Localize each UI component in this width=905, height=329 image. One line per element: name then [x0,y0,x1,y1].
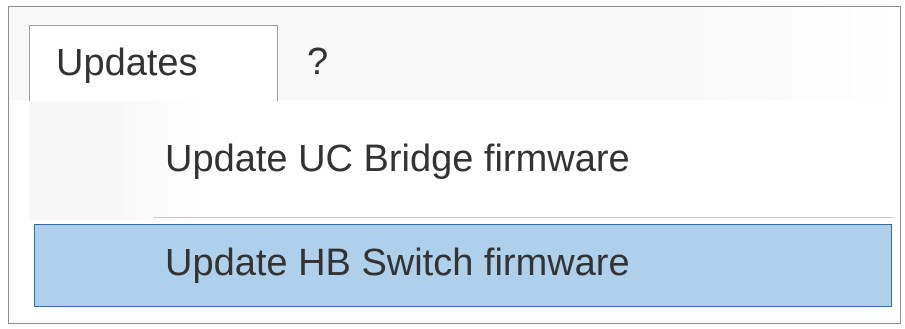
menu-item-label: Update HB Switch firmware [165,242,630,284]
menu-item-update-hb-switch-firmware[interactable]: Update HB Switch firmware [34,224,892,307]
menu-separator [153,217,894,218]
menu-item-update-uc-bridge-firmware[interactable]: Update UC Bridge firmware [29,125,893,189]
updates-dropdown-menu: Update UC Bridge firmware Update HB Swit… [9,100,900,323]
menu-help[interactable]: ? [279,25,349,99]
menu-item-label: Update UC Bridge firmware [165,138,630,180]
application-window: Updates ? Update UC Bridge firmware Upda… [8,6,901,324]
menu-updates-label: Updates [56,42,198,84]
menu-bar: Updates ? [9,7,900,101]
menu-updates[interactable]: Updates [29,25,278,101]
menu-help-label: ? [307,41,329,83]
menu-bar-fade [680,7,900,100]
